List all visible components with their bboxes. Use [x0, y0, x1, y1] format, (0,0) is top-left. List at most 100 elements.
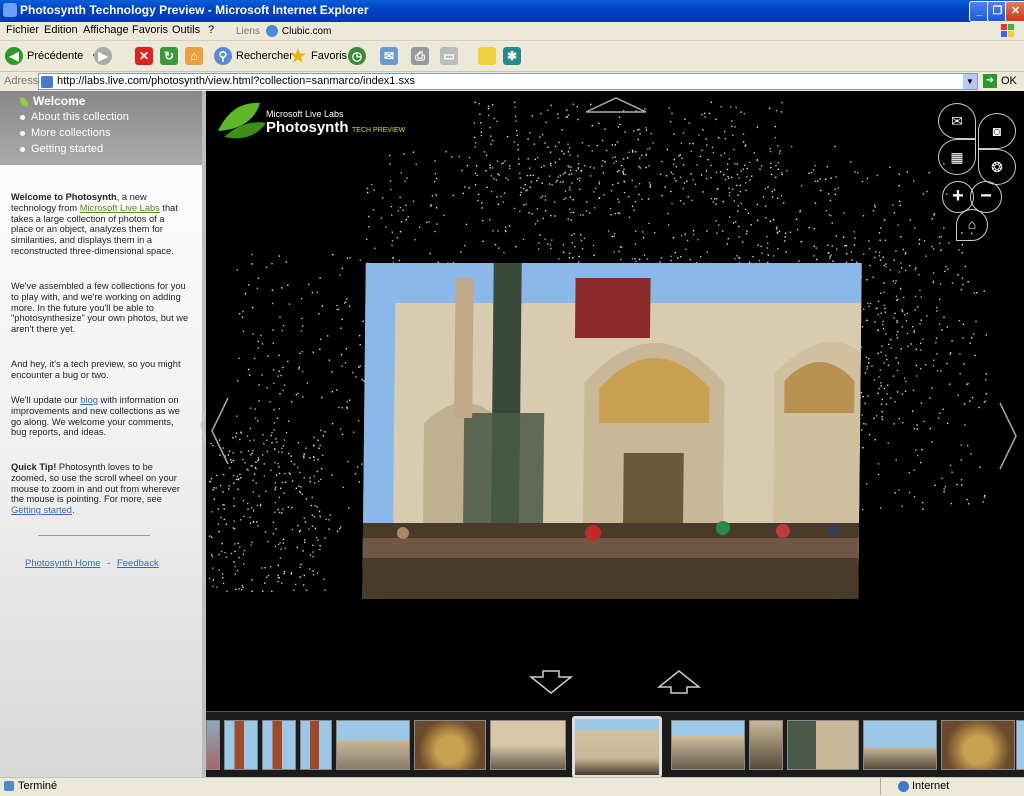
- thumbnail[interactable]: [206, 720, 220, 770]
- stop-icon: ✕: [135, 47, 153, 65]
- logo-line2: Photosynth: [266, 119, 349, 136]
- home-button[interactable]: ⌂: [185, 45, 207, 67]
- move-left-arrow-icon[interactable]: [208, 396, 230, 466]
- welcome-paragraph: Welcome to Photosynth, a new technology …: [11, 192, 178, 256]
- point-cloud-toggle-icon[interactable]: ❂: [978, 149, 1016, 185]
- page-done-icon: [4, 781, 14, 791]
- home-icon: ⌂: [185, 47, 203, 65]
- window-title: Photosynth Technology Preview - Microsof…: [20, 3, 369, 17]
- thumbnail[interactable]: [300, 720, 332, 770]
- camera-icon[interactable]: ◙: [978, 113, 1016, 149]
- photosynth-home-link[interactable]: Photosynth Home: [25, 558, 101, 569]
- thumbnail[interactable]: [262, 720, 296, 770]
- home-view-icon[interactable]: ⌂: [956, 209, 988, 241]
- viewer-controls: ✉ ◙ ▦ ❂ + − ⌂: [936, 101, 1016, 241]
- tech-preview-paragraph: And hey, it's a tech preview, so you mig…: [11, 359, 181, 380]
- notes-button[interactable]: [478, 45, 500, 67]
- title-bar: Photosynth Technology Preview - Microsof…: [0, 0, 1024, 22]
- link-clubic[interactable]: Clubic.com: [282, 26, 331, 37]
- messenger-icon: ✱: [503, 47, 521, 65]
- mail-icon: ✉: [380, 47, 398, 65]
- thumbnail[interactable]: [224, 720, 258, 770]
- go-button[interactable]: ➜ OK: [983, 74, 1017, 88]
- sidebar-footer: Photosynth Home - Feedback: [25, 558, 159, 569]
- thumbnail[interactable]: [490, 720, 566, 770]
- address-dropdown-icon[interactable]: ▼: [963, 74, 977, 89]
- zoom-out-view-arrow-icon[interactable]: [529, 669, 573, 695]
- history-button[interactable]: ◷: [348, 45, 370, 67]
- forward-button[interactable]: ▶: [94, 45, 116, 67]
- star-icon: ★: [289, 46, 307, 66]
- favorites-button[interactable]: ★ Favoris: [289, 45, 347, 67]
- nav-welcome[interactable]: Welcome: [20, 94, 85, 108]
- photosynth-logo: Microsoft Live Labs Photosynth TECH PREV…: [214, 97, 414, 147]
- menu-help[interactable]: ?: [208, 24, 214, 36]
- address-url: http://labs.live.com/photosynth/view.htm…: [57, 75, 415, 87]
- thumbnail[interactable]: [787, 720, 859, 770]
- collections-paragraph: We've assembled a few collections for yo…: [11, 281, 189, 335]
- refresh-icon: ↻: [160, 47, 178, 65]
- sidebar-nav: Welcome About this collection More colle…: [0, 91, 202, 165]
- thumbnail[interactable]: [1016, 720, 1024, 770]
- menu-edition[interactable]: Edition: [44, 24, 78, 36]
- address-bar: Adresse http://labs.live.com/photosynth/…: [0, 72, 1024, 92]
- thumbnail-strip: [206, 711, 1024, 778]
- logo-line1: Microsoft Live Labs: [266, 109, 344, 119]
- photosynth-viewer[interactable]: Microsoft Live Labs Photosynth TECH PREV…: [206, 91, 1024, 711]
- go-label: OK: [1001, 75, 1017, 87]
- blog-link[interactable]: blog: [80, 395, 98, 405]
- nav-about-collection[interactable]: About this collection: [20, 111, 129, 123]
- menu-outils[interactable]: Outils: [172, 24, 200, 36]
- page-icon: [41, 76, 53, 88]
- thumbnail-selected[interactable]: [572, 716, 662, 778]
- close-button[interactable]: ✕: [1005, 1, 1024, 22]
- menu-affichage[interactable]: Affichage: [83, 24, 129, 36]
- thumbnail[interactable]: [336, 720, 410, 770]
- zone-label: Internet: [912, 780, 950, 792]
- nav-getting-started[interactable]: Getting started: [20, 143, 103, 155]
- print-button[interactable]: ⎙: [411, 45, 433, 67]
- forward-arrow-icon: ▶: [94, 47, 112, 65]
- mail-button[interactable]: ✉: [380, 45, 402, 67]
- ie-icon: [3, 3, 17, 17]
- thumbnail[interactable]: [671, 720, 745, 770]
- thumbnail[interactable]: [941, 720, 1015, 770]
- nav-more-collections[interactable]: More collections: [20, 127, 110, 139]
- current-photo[interactable]: [362, 263, 862, 599]
- move-right-arrow-icon[interactable]: [998, 401, 1020, 471]
- zoom-out-icon[interactable]: −: [970, 181, 1002, 213]
- move-up-arrow-icon[interactable]: [584, 94, 648, 114]
- menu-fichier[interactable]: Fichier: [6, 24, 39, 36]
- clubic-icon: [265, 25, 278, 37]
- email-icon[interactable]: ✉: [938, 103, 976, 139]
- stop-button[interactable]: ✕: [135, 45, 157, 67]
- thumbnail[interactable]: [749, 720, 783, 770]
- zoom-in-view-arrow-icon[interactable]: [657, 669, 701, 695]
- photosynth-leaf-logo-icon: [218, 102, 266, 139]
- history-icon: ◷: [348, 47, 366, 65]
- basilica-photo-image: [362, 263, 862, 599]
- search-button[interactable]: ⚲ Rechercher: [214, 45, 293, 67]
- toolbar: ◀ Précédente ▼ ▶ ✕ ↻ ⌂ ⚲ Rechercher ★ Fa…: [0, 41, 1024, 72]
- sidebar-divider: [38, 535, 150, 536]
- edit-button[interactable]: ▭: [440, 45, 462, 67]
- getting-started-link[interactable]: Getting started: [11, 505, 72, 515]
- live-labs-link[interactable]: Microsoft Live Labs: [80, 203, 160, 213]
- windows-logo-icon: [992, 22, 1022, 39]
- search-label: Rechercher: [236, 50, 293, 62]
- menu-bar: Fichier Edition Affichage Favoris Outils…: [0, 22, 1024, 41]
- messenger-button[interactable]: ✱: [503, 45, 525, 67]
- blog-paragraph: We'll update our blog with information o…: [11, 395, 180, 438]
- thumbnail[interactable]: [414, 720, 486, 770]
- quick-tip-paragraph: Quick Tip! Photosynth loves to be zoomed…: [11, 462, 180, 516]
- edit-icon: ▭: [440, 47, 458, 65]
- grid-view-icon[interactable]: ▦: [938, 139, 976, 175]
- status-bar: Terminé Internet: [0, 777, 1024, 796]
- menu-favoris[interactable]: Favoris: [132, 24, 168, 36]
- thumbnail[interactable]: [863, 720, 937, 770]
- back-button[interactable]: ◀ Précédente ▼: [5, 45, 99, 67]
- back-arrow-icon: ◀: [5, 47, 23, 65]
- refresh-button[interactable]: ↻: [160, 45, 182, 67]
- feedback-link[interactable]: Feedback: [117, 558, 159, 569]
- address-input[interactable]: http://labs.live.com/photosynth/view.htm…: [38, 73, 978, 90]
